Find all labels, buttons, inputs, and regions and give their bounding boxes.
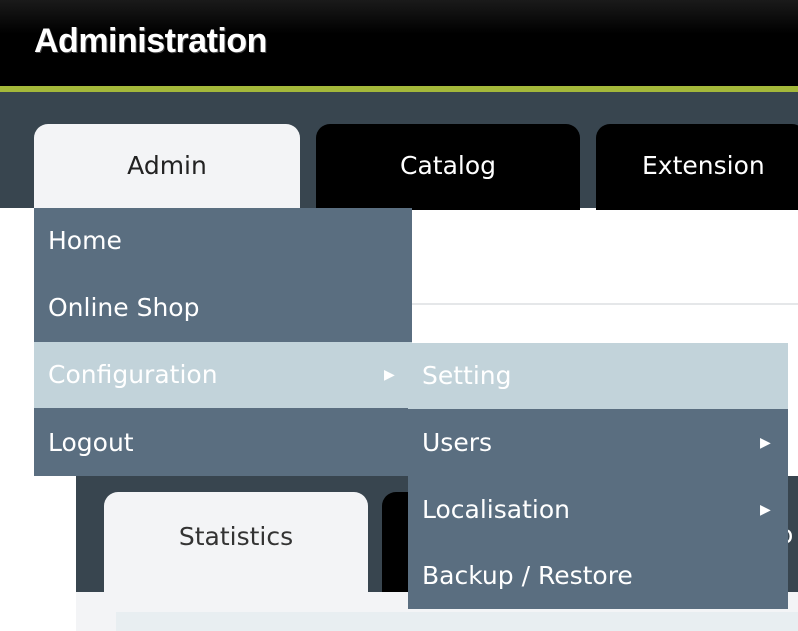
tab-statistics[interactable]: Statistics	[104, 492, 368, 592]
page-title: Administration	[34, 22, 267, 60]
admin-header: Administration	[0, 0, 798, 92]
menu-item-label: Backup / Restore	[422, 561, 633, 590]
menu-item-users[interactable]: Users ▶	[408, 410, 788, 476]
menu-item-setting[interactable]: Setting	[408, 343, 788, 409]
tab-catalog[interactable]: Catalog	[316, 124, 580, 210]
dashboard-content-inner	[116, 612, 798, 631]
content-divider	[410, 303, 798, 305]
menu-item-label: Users	[422, 428, 493, 457]
menu-item-backup-restore[interactable]: Backup / Restore	[408, 543, 788, 609]
menu-item-label: Localisation	[422, 495, 570, 524]
menu-item-home[interactable]: Home	[34, 208, 412, 274]
triangle-right-icon: ▶	[760, 502, 771, 518]
configuration-submenu: Setting Users ▶ Localisation ▶ Backup / …	[408, 343, 788, 609]
tab-extension[interactable]: Extension	[596, 124, 798, 210]
menu-item-label: Logout	[48, 428, 134, 457]
admin-dropdown-menu: Home Online Shop Configuration ▶ Logout	[34, 208, 412, 476]
menu-item-label: Configuration	[48, 360, 218, 389]
tab-admin[interactable]: Admin	[34, 124, 300, 210]
menu-item-configuration[interactable]: Configuration ▶	[34, 342, 412, 408]
triangle-right-icon: ▶	[384, 367, 395, 383]
menu-item-label: Setting	[422, 361, 512, 390]
triangle-right-icon: ▶	[760, 435, 771, 451]
menu-item-localisation[interactable]: Localisation ▶	[408, 477, 788, 543]
menu-item-online-shop[interactable]: Online Shop	[34, 275, 412, 341]
menu-item-label: Online Shop	[48, 293, 200, 322]
menu-item-label: Home	[48, 226, 122, 255]
menu-item-logout[interactable]: Logout	[34, 410, 412, 476]
